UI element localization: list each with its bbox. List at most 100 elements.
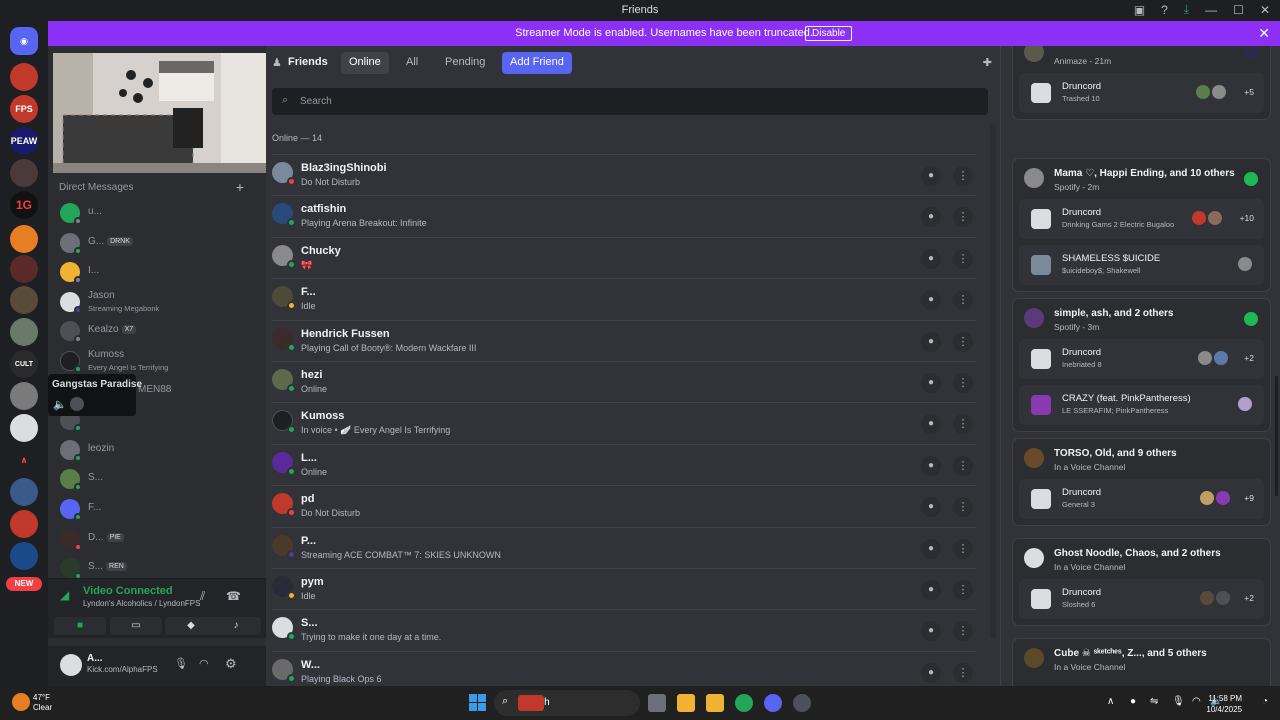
friend-row[interactable]: pd Do Not Disturb ● ⋮ xyxy=(272,485,976,526)
dm-item[interactable]: S... xyxy=(48,464,266,494)
server-icon[interactable] xyxy=(10,63,38,91)
more-options-icon[interactable]: ⋮ xyxy=(953,290,973,311)
friend-row[interactable]: pym Idle ● ⋮ xyxy=(272,567,976,609)
weather-widget[interactable]: 47°F Clear xyxy=(33,693,52,713)
file-explorer-icon[interactable] xyxy=(706,694,724,712)
activity-row[interactable]: CRAZY (feat. PinkPantheress) LE SSERAFIM;… xyxy=(1019,385,1264,425)
minimize-button[interactable]: — xyxy=(1205,3,1217,17)
activity-row[interactable]: Druncord Drinking Gams 2 Electric Bugaloo… xyxy=(1019,199,1264,239)
dm-item[interactable]: Kumoss Every Angel Is Terrifying xyxy=(48,346,266,376)
new-badge[interactable]: NEW xyxy=(6,577,42,591)
more-options-icon[interactable]: ⋮ xyxy=(953,207,973,228)
server-icon[interactable] xyxy=(10,159,38,187)
dm-item[interactable]: u... xyxy=(48,198,266,228)
more-options-icon[interactable]: ⋮ xyxy=(953,414,973,435)
message-icon[interactable]: ● xyxy=(921,331,941,352)
message-icon[interactable]: ● xyxy=(921,497,941,518)
download-icon[interactable]: ⤓ xyxy=(1184,2,1189,17)
activity-row[interactable]: Druncord Inebriated 8 +2 xyxy=(1019,339,1264,379)
message-icon[interactable]: ● xyxy=(921,538,941,559)
discord-home-icon[interactable]: ◉ xyxy=(10,27,38,55)
tab-pending[interactable]: Pending xyxy=(437,52,493,74)
disable-streamer-mode-button[interactable]: Disable xyxy=(805,26,853,41)
dm-item[interactable]: F... xyxy=(48,494,266,524)
avatar[interactable] xyxy=(60,654,82,676)
more-options-icon[interactable]: ⋮ xyxy=(953,455,973,476)
friend-row[interactable]: F... Idle ● ⋮ xyxy=(272,278,976,319)
noise-suppression-icon[interactable]: ⫽ xyxy=(200,589,205,604)
app-icon[interactable] xyxy=(793,694,811,712)
server-icon[interactable]: CULT xyxy=(10,350,38,378)
store-icon[interactable] xyxy=(677,694,695,712)
activity-row[interactable]: SHAMELESS $UICIDE $uicideboy$; Shakewell xyxy=(1019,245,1264,285)
chrome-icon[interactable] xyxy=(735,694,753,712)
wifi-icon[interactable]: ◠ xyxy=(1192,696,1201,707)
notifications-icon[interactable]: ◔ xyxy=(1262,696,1268,707)
friend-row[interactable]: Chucky 🎀 ● ⋮ xyxy=(272,236,976,278)
message-icon[interactable]: ● xyxy=(921,248,941,269)
server-icon[interactable]: PEAW xyxy=(10,127,38,155)
tray-icon[interactable]: ⇋ xyxy=(1150,696,1158,707)
activity-row[interactable]: Druncord Sloshed 6 +2 xyxy=(1019,579,1264,619)
message-icon[interactable]: ● xyxy=(921,579,941,600)
activity-card[interactable]: Cube ☠ ˢᵏᵉᵗᶜʰᵉˢ, Z..., and 5 others In a … xyxy=(1012,638,1271,686)
weather-icon[interactable] xyxy=(12,693,30,711)
server-icon[interactable] xyxy=(10,286,38,314)
voice-channel[interactable]: Lyndon's Alcoholics / LyndonFPS xyxy=(83,599,200,608)
windows-start-icon[interactable] xyxy=(469,694,486,711)
friend-row[interactable]: Kumoss In voice • 🪽 Every Angel Is Terrif… xyxy=(272,402,976,443)
inbox-icon[interactable]: ▣ xyxy=(1134,3,1145,17)
close-banner-icon[interactable]: ✕ xyxy=(1258,25,1270,42)
tray-icon[interactable]: ● xyxy=(1130,696,1136,707)
tab-all[interactable]: All xyxy=(398,52,426,74)
clock[interactable]: 11:58 PM 10/4/2025 xyxy=(1206,693,1242,715)
dm-item[interactable]: G... DRNK xyxy=(48,228,266,258)
server-icon[interactable]: 1G xyxy=(10,191,38,219)
activity-card[interactable]: simple, ash, and 2 others Spotify - 3m Dr… xyxy=(1012,298,1271,432)
activity-card[interactable]: TORSO, Old, and 9 others In a Voice Chann… xyxy=(1012,438,1271,526)
more-options-icon[interactable]: ⋮ xyxy=(953,579,973,600)
more-options-icon[interactable]: ⋮ xyxy=(953,621,973,642)
more-options-icon[interactable]: ⋮ xyxy=(953,372,973,393)
message-icon[interactable]: ● xyxy=(921,662,941,683)
more-options-icon[interactable]: ⋮ xyxy=(953,497,973,518)
microphone-icon[interactable]: 🎙 xyxy=(1172,696,1185,707)
disconnect-icon[interactable]: ☎ xyxy=(226,589,241,603)
activity-card[interactable]: Animaze - 21m Druncord Trashed 10 +5 xyxy=(1012,46,1271,120)
activity-card[interactable]: Mama ♡, Happi Ending, and 10 others Spoti… xyxy=(1012,158,1271,292)
friend-row[interactable]: hezi Online ● ⋮ xyxy=(272,360,976,402)
server-icon[interactable] xyxy=(10,414,38,442)
server-icon[interactable] xyxy=(10,478,38,506)
dm-item[interactable]: I... xyxy=(48,257,266,287)
message-icon[interactable]: ● xyxy=(921,455,941,476)
message-icon[interactable]: ● xyxy=(921,290,941,311)
activity-card[interactable]: Ghost Noodle, Chaos, and 2 others In a Vo… xyxy=(1012,538,1271,626)
add-friend-button[interactable]: Add Friend xyxy=(502,52,572,74)
tab-online[interactable]: Online xyxy=(341,52,389,74)
message-icon[interactable]: ● xyxy=(921,372,941,393)
server-icon[interactable] xyxy=(10,382,38,410)
server-icon[interactable] xyxy=(10,542,38,570)
message-icon[interactable]: ● xyxy=(921,166,941,186)
activity-button[interactable]: ◆ xyxy=(165,617,217,635)
stream-preview[interactable] xyxy=(53,53,266,173)
friend-row[interactable]: P... Streaming ACE COMBAT™ 7: SKIES UNKNO… xyxy=(272,526,976,568)
search-input[interactable]: Search xyxy=(300,96,332,107)
friend-row[interactable]: catfishin Playing Arena Breakout: Infinit… xyxy=(272,195,976,236)
friend-row[interactable]: S... Trying to make it one day at a time.… xyxy=(272,609,976,650)
microphone-icon[interactable]: 🎙 xyxy=(174,657,188,670)
taskbar-search[interactable]: ⌕Search xyxy=(494,690,640,716)
discord-taskbar-icon[interactable] xyxy=(764,694,782,712)
friend-row[interactable]: Blaz3ingShinobi Do Not Disturb ● ⋮ xyxy=(272,154,976,195)
activity-row[interactable]: Druncord Trashed 10 +5 xyxy=(1019,73,1264,113)
dm-item[interactable]: D... PIE xyxy=(48,524,266,554)
dm-item[interactable]: Kealzo X7 xyxy=(48,316,266,346)
server-icon[interactable] xyxy=(10,255,38,283)
settings-icon[interactable]: ⚙ xyxy=(225,656,237,672)
more-options-icon[interactable]: ⋮ xyxy=(953,538,973,559)
server-icon[interactable]: ∧ xyxy=(10,446,38,474)
soundboard-button[interactable]: ♪ xyxy=(211,617,261,635)
task-view-icon[interactable] xyxy=(648,694,666,712)
maximize-button[interactable]: ☐ xyxy=(1233,3,1244,17)
close-window-button[interactable]: ✕ xyxy=(1260,3,1270,17)
